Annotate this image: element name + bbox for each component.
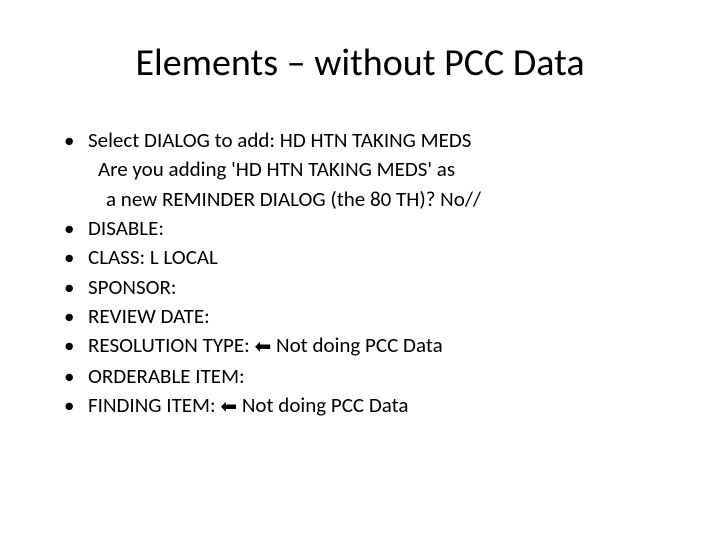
list-item-text: SPONSOR:: [88, 273, 670, 301]
list-item: • ORDERABLE ITEM:: [60, 362, 670, 390]
bullet-icon: •: [60, 126, 88, 154]
bullet-icon: •: [60, 391, 88, 419]
slide-body: • Select DIALOG to add: HD HTN TAKING ME…: [50, 126, 670, 421]
list-item: • RESOLUTION TYPE: ⬅ Not doing PCC Data: [60, 331, 670, 360]
field-label: FINDING ITEM:: [88, 392, 220, 418]
bullet-icon: •: [60, 331, 88, 359]
bullet-icon: •: [60, 273, 88, 301]
field-label: RESOLUTION TYPE:: [88, 332, 255, 358]
list-item-text: RESOLUTION TYPE: ⬅ Not doing PCC Data: [88, 331, 670, 360]
list-item-text: REVIEW DATE:: [88, 302, 670, 330]
list-item-text: CLASS: L LOCAL: [88, 243, 670, 271]
slide-title: Elements – without PCC Data: [50, 40, 670, 86]
list-item: • FINDING ITEM: ⬅ Not doing PCC Data: [60, 391, 670, 420]
list-item: • SPONSOR:: [60, 273, 670, 301]
list-item: • DISABLE:: [60, 214, 670, 242]
list-item-text: ORDERABLE ITEM:: [88, 362, 670, 390]
bullet-icon: •: [60, 362, 88, 390]
list-item-continuation: Are you adding 'HD HTN TAKING MEDS' as: [60, 155, 670, 183]
list-item-continuation: a new REMINDER DIALOG (the 80 TH)? No//: [60, 185, 670, 213]
list-item: • CLASS: L LOCAL: [60, 243, 670, 271]
list-item-text: Select DIALOG to add: HD HTN TAKING MEDS: [88, 126, 670, 154]
list-item-text: FINDING ITEM: ⬅ Not doing PCC Data: [88, 391, 670, 420]
bullet-icon: •: [60, 214, 88, 242]
list-item: • REVIEW DATE:: [60, 302, 670, 330]
list-item-text: DISABLE:: [88, 214, 670, 242]
bullet-icon: •: [60, 243, 88, 271]
bullet-icon: •: [60, 302, 88, 330]
field-note: Not doing PCC Data: [237, 392, 408, 418]
left-arrow-icon: ⬅: [255, 334, 272, 361]
left-arrow-icon: ⬅: [220, 394, 237, 421]
field-note: Not doing PCC Data: [271, 332, 442, 358]
list-item: • Select DIALOG to add: HD HTN TAKING ME…: [60, 126, 670, 154]
